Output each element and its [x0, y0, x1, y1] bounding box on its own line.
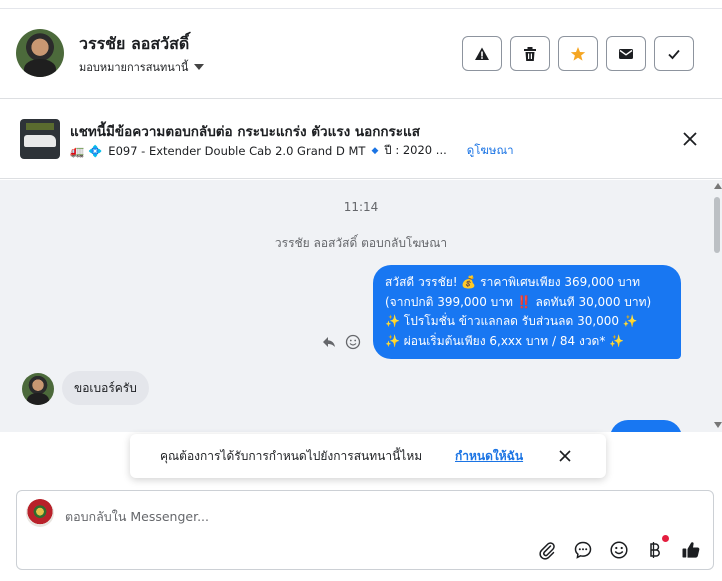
reply-input[interactable]: ตอบกลับใน Messenger... — [65, 507, 209, 527]
emoji-icon — [610, 541, 628, 559]
mark-spam-button[interactable] — [462, 36, 502, 71]
assign-label: มอบหมายการสนทนานี้ — [79, 61, 189, 74]
truck-icon: 🚛 💠 — [70, 144, 103, 158]
message-line: สวัสดี วรรชัย! 💰 ราคาพิเศษเพียง 369,000 … — [385, 275, 641, 289]
reply-icon[interactable] — [322, 335, 336, 349]
message-thread[interactable]: 11:14 วรรชัย ลอสวัสดิ์ ตอบกลับโฆษณา สวัส… — [0, 180, 712, 432]
saved-reply-icon — [574, 541, 592, 559]
assign-dropdown[interactable]: มอบหมายการสนทนานี้ — [79, 58, 205, 76]
close-icon[interactable] — [680, 129, 700, 149]
message-timestamp: 11:14 — [343, 200, 379, 214]
message-line: ✨ โปรโมชั่น ข้าวแลกลด รับส่วนลด 30,000 ✨ — [385, 314, 638, 328]
payment-button[interactable] — [645, 540, 665, 560]
close-icon[interactable] — [558, 449, 572, 463]
notification-dot — [662, 535, 669, 542]
chevron-down-icon — [194, 64, 205, 70]
outgoing-message-partial[interactable] — [610, 420, 682, 432]
attach-icon — [539, 542, 555, 560]
top-divider — [0, 0, 722, 9]
message-line: ✨ ผ่อนเริ่มต้นเพียง 6,xxx บาท / 84 งวด* … — [385, 333, 625, 348]
saved-replies-button[interactable] — [573, 540, 593, 560]
ad-model: E097 - Extender Double Cab 2.0 Grand D M… — [108, 144, 366, 158]
like-button[interactable] — [681, 540, 701, 560]
assign-to-me-link[interactable]: กำหนดให้ฉัน — [455, 447, 523, 466]
outgoing-message[interactable]: สวัสดี วรรชัย! 💰 ราคาพิเศษเพียง 369,000 … — [373, 265, 681, 359]
scrollbar[interactable] — [712, 180, 722, 432]
check-icon — [668, 49, 680, 59]
mark-unread-button[interactable] — [606, 36, 646, 71]
star-button[interactable] — [558, 36, 598, 71]
emoji-button[interactable] — [609, 540, 629, 560]
toast-message: คุณต้องการได้รับการกำหนดไปยังการสนทนานี้… — [160, 449, 423, 463]
message-line: (จากปกติ 399,000 บาท ‼️ ลดทันที 30,000 บ… — [385, 294, 652, 309]
attach-button[interactable] — [537, 540, 557, 560]
react-emoji-icon[interactable] — [345, 334, 361, 350]
view-ad-link[interactable]: ดูโฆษณา — [467, 142, 514, 160]
ad-reply-notice: วรรชัย ลอสวัสดิ์ ตอบกลับโฆษณา — [274, 236, 448, 250]
scroll-up-arrow-icon[interactable] — [714, 183, 722, 189]
thumbs-up-icon — [682, 542, 700, 558]
spam-icon — [475, 47, 489, 60]
scroll-thumb[interactable] — [714, 197, 720, 253]
ad-context-bar: แชทนี้มีข้อความตอบกลับต่อ กระบะแกร่ง ตัว… — [0, 100, 722, 179]
envelope-icon — [619, 48, 633, 59]
incoming-message[interactable]: ขอเบอร์ครับ — [62, 371, 149, 405]
baht-icon — [650, 542, 660, 558]
ad-subtitle: 🚛 💠 E097 - Extender Double Cab 2.0 Grand… — [70, 142, 514, 160]
mark-done-button[interactable] — [654, 36, 694, 71]
star-icon — [570, 46, 586, 61]
avatar[interactable] — [16, 29, 64, 77]
trash-icon — [524, 46, 536, 61]
diamond-icon: ◆ — [371, 146, 379, 156]
assign-prompt-toast: คุณต้องการได้รับการกำหนดไปยังการสนทนานี้… — [130, 434, 606, 478]
delete-button[interactable] — [510, 36, 550, 71]
ad-title: แชทนี้มีข้อความตอบกลับต่อ กระบะแกร่ง ตัว… — [70, 124, 420, 140]
contact-name[interactable]: วรรชัย ลอสวัสดิ์ — [79, 32, 189, 57]
ad-thumbnail[interactable] — [20, 119, 60, 159]
sender-avatar[interactable] — [22, 373, 54, 405]
scroll-down-arrow-icon[interactable] — [714, 422, 722, 428]
conversation-header: วรรชัย ลอสวัสดิ์ มอบหมายการสนทนานี้ — [0, 10, 722, 99]
ad-year: ปี : 2020 ... — [384, 143, 447, 157]
reply-composer[interactable]: ตอบกลับใน Messenger... — [16, 490, 714, 570]
page-avatar — [26, 499, 54, 527]
